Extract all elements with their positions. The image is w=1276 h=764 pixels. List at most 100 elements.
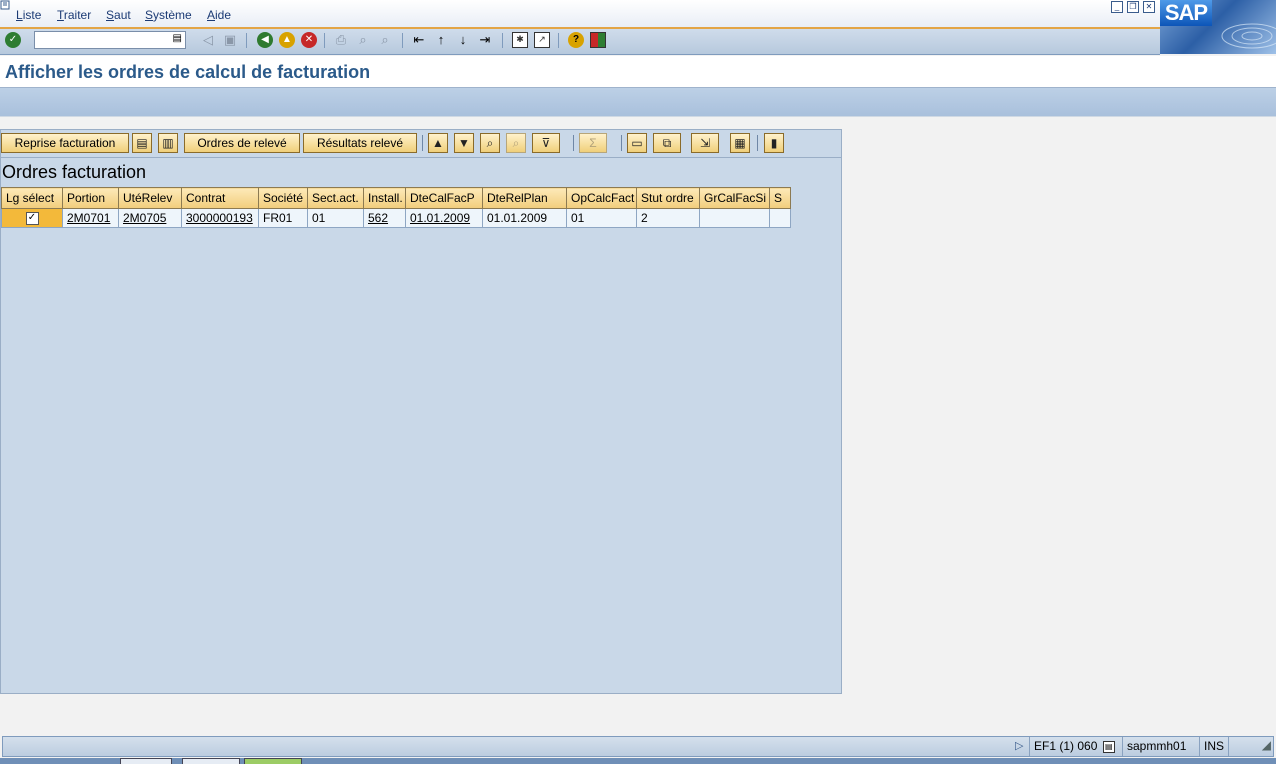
column-header-s[interactable]: S <box>769 187 791 209</box>
first-page-icon[interactable]: ⇤ <box>411 32 427 48</box>
sort-descending-icon[interactable]: ▼ <box>454 133 474 153</box>
find-icon[interactable]: ⌕ <box>480 133 500 153</box>
application-toolbar <box>0 88 1276 117</box>
enter-icon[interactable]: ✓ <box>5 32 21 48</box>
column-header-grcalfacsi[interactable]: GrCalFacSi <box>699 187 770 209</box>
column-header-dterelplan[interactable]: DteRelPlan <box>482 187 567 209</box>
back-icon[interactable]: ◀ <box>257 32 273 48</box>
help-icon[interactable]: ? <box>568 32 584 48</box>
cell-contrat: 3000000193 <box>181 208 259 228</box>
status-system-field: EF1 (1) 060 ▤ <box>1029 737 1122 756</box>
status-expand-icon[interactable]: ▷ <box>1015 739 1023 752</box>
table-row[interactable]: ✓ 2M0701 2M0705 3000000193 FR01 01 562 0… <box>1 208 791 228</box>
status-system: EF1 (1) 060 <box>1034 739 1098 753</box>
command-dropdown-icon[interactable]: ◁ <box>200 32 216 48</box>
system-info-icon[interactable]: ▤ <box>1102 740 1115 753</box>
ordres-de-releve-button[interactable]: Ordres de relevé <box>184 133 300 153</box>
filter-icon[interactable]: ⊽ <box>532 133 560 153</box>
column-header-install[interactable]: Install. <box>363 187 406 209</box>
portion-link[interactable]: 2M0701 <box>67 211 110 225</box>
resultats-releve-button[interactable]: Résultats relevé <box>303 133 417 153</box>
column-header-societe[interactable]: Société <box>258 187 308 209</box>
new-session-icon[interactable]: ✱ <box>512 32 528 48</box>
column-header-opcalcfact[interactable]: OpCalcFact <box>566 187 637 209</box>
alv-toolbar: Reprise facturation ▤ ▥ Ordres de relevé… <box>1 131 843 155</box>
column-header-stut-ordre[interactable]: Stut ordre <box>636 187 700 209</box>
toolbar-separator <box>558 33 559 48</box>
column-header-portion[interactable]: Portion <box>62 187 119 209</box>
app-icon[interactable] <box>0 0 14 10</box>
toolbar-separator <box>402 33 403 48</box>
chart-icon[interactable]: ▮ <box>764 133 784 153</box>
exit-icon[interactable]: ▲ <box>279 32 295 48</box>
cell-dtecalfacp: 01.01.2009 <box>405 208 483 228</box>
last-page-icon[interactable]: ⇥ <box>477 32 493 48</box>
taskbar-button[interactable] <box>182 758 240 764</box>
cell-s <box>769 208 791 228</box>
save-icon[interactable]: ▣ <box>222 32 238 48</box>
find-icon[interactable]: ⌕ <box>355 32 371 48</box>
status-mode: INS <box>1199 737 1228 756</box>
minimize-icon[interactable]: _ <box>1111 1 1123 13</box>
row-select-cell[interactable]: ✓ <box>1 208 63 228</box>
sap-logo: SAP <box>1160 0 1276 54</box>
sum-icon[interactable]: Σ <box>579 133 607 153</box>
title-bar: Afficher les ordres de calcul de factura… <box>0 56 1276 88</box>
reprise-facturation-button[interactable]: Reprise facturation <box>1 133 129 153</box>
layout-icon[interactable] <box>590 32 606 48</box>
command-field[interactable]: ▤ <box>34 31 186 49</box>
find-next-icon[interactable]: ⌕ <box>506 133 526 153</box>
menu-systeme[interactable]: Système <box>145 8 192 22</box>
print-icon[interactable]: ⎙ <box>333 32 349 48</box>
command-history-icon[interactable]: ▤ <box>173 33 182 44</box>
page-title: Afficher les ordres de calcul de factura… <box>5 62 371 82</box>
toolbar-separator <box>246 33 247 48</box>
cell-dterelplan: 01.01.2009 <box>482 208 567 228</box>
menu-bar: Liste Traiter Saut Système Aide _ ❐ ✕ <box>0 0 1276 29</box>
previous-page-icon[interactable]: ↑ <box>433 32 449 48</box>
row-checkbox[interactable]: ✓ <box>25 212 39 226</box>
menu-liste[interactable]: Liste <box>16 8 41 22</box>
cell-societe: FR01 <box>258 208 308 228</box>
alv-separator <box>422 135 423 151</box>
views-icon[interactable]: ⧉ <box>653 133 681 153</box>
toolbar-separator <box>502 33 503 48</box>
export-icon[interactable]: ⇲ <box>691 133 719 153</box>
alv-title-row: Ordres facturation <box>1 157 841 187</box>
column-header-sect-act[interactable]: Sect.act. <box>307 187 364 209</box>
column-header-lg-select[interactable]: Lg sélect <box>1 187 63 209</box>
sort-ascending-icon[interactable]: ▲ <box>428 133 448 153</box>
taskbar-button[interactable] <box>244 758 302 764</box>
contrat-link[interactable]: 3000000193 <box>186 211 253 225</box>
cancel-icon[interactable]: ✕ <box>301 32 317 48</box>
restore-icon[interactable]: ❐ <box>1127 1 1139 13</box>
column-header-contrat[interactable]: Contrat <box>181 187 259 209</box>
system-toolbar: ✓ ▤ ◁ ▣ ◀ ▲ ✕ ⎙ ⌕ ⌕ ⇤ ↑ ↓ ⇥ ✱ ↗ ? <box>0 29 1160 55</box>
detail-icon[interactable]: ▤ <box>132 133 152 153</box>
close-icon[interactable]: ✕ <box>1143 1 1155 13</box>
table-header-row: Lg sélect Portion UtéRelev Contrat Socié… <box>1 187 791 209</box>
cell-uterelev: 2M0705 <box>118 208 182 228</box>
dtecalfacp-link[interactable]: 01.01.2009 <box>410 211 470 225</box>
display-icon[interactable]: ▥ <box>158 133 178 153</box>
status-empty-field <box>1228 737 1255 756</box>
alv-separator <box>757 135 758 151</box>
taskbar-button[interactable] <box>120 758 172 764</box>
command-input[interactable] <box>35 32 171 48</box>
cell-portion: 2M0701 <box>62 208 119 228</box>
resize-grip-icon[interactable]: ◢ <box>1262 738 1271 752</box>
shortcut-icon[interactable]: ↗ <box>534 32 550 48</box>
uterelev-link[interactable]: 2M0705 <box>123 211 166 225</box>
toolbar-separator <box>324 33 325 48</box>
menu-aide[interactable]: Aide <box>207 8 231 22</box>
column-header-dtecalfacp[interactable]: DteCalFacP <box>405 187 483 209</box>
find-next-icon[interactable]: ⌕ <box>377 32 393 48</box>
column-header-uterelev[interactable]: UtéRelev <box>118 187 182 209</box>
menu-traiter[interactable]: Traiter <box>57 8 91 22</box>
layout-grid-icon[interactable]: ▦ <box>730 133 750 153</box>
grid-title: Ordres facturation <box>2 162 147 182</box>
menu-saut[interactable]: Saut <box>106 8 131 22</box>
next-page-icon[interactable]: ↓ <box>455 32 471 48</box>
install-link[interactable]: 562 <box>368 211 388 225</box>
print-preview-icon[interactable]: ▭ <box>627 133 647 153</box>
